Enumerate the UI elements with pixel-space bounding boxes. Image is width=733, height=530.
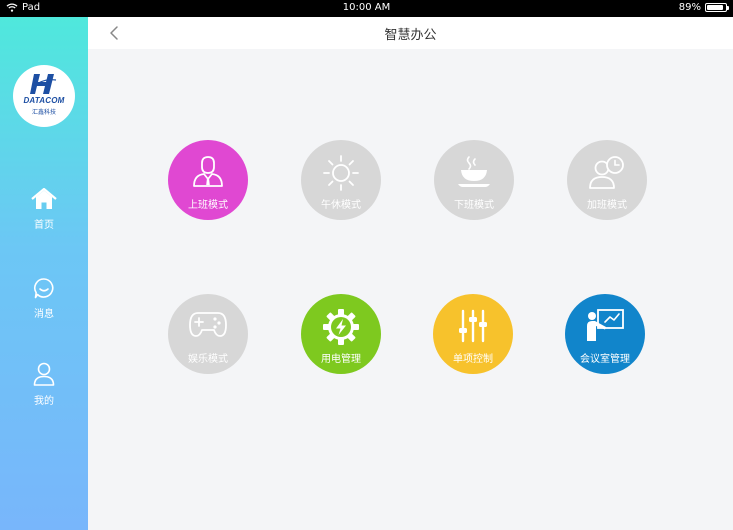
mode-off-work-button[interactable]: 下班模式	[434, 140, 514, 220]
sidebar-item-messages[interactable]: 消息	[0, 277, 88, 320]
logo-brand-cn: 汇鑫科技	[31, 109, 56, 116]
mode-label: 下班模式	[454, 200, 494, 211]
battery-icon	[705, 3, 729, 12]
battery-fill	[707, 5, 724, 10]
status-right: 89%	[678, 2, 729, 13]
person-clock-icon	[589, 156, 624, 189]
coffee-cup-icon	[458, 156, 490, 187]
page-title: 智慧办公	[384, 28, 437, 43]
message-icon	[34, 278, 54, 299]
gamepad-icon	[189, 312, 227, 337]
sidebar-item-label: 首页	[34, 220, 54, 231]
logo-brand-text: DATACOM	[23, 96, 65, 105]
logo-mark	[30, 74, 57, 94]
user-icon	[33, 362, 55, 386]
mode-label: 午休模式	[321, 200, 361, 211]
mode-label: 上班模式	[188, 200, 228, 211]
mode-label: 单项控制	[453, 354, 493, 365]
mode-single-control-button[interactable]: 单项控制	[433, 294, 513, 374]
status-time: 10:00 AM	[342, 2, 391, 13]
power-gear-icon	[323, 309, 359, 345]
mode-overtime-button[interactable]: 加班模式	[567, 140, 647, 220]
sidebar-item-label: 消息	[34, 309, 54, 320]
mode-label: 加班模式	[587, 200, 627, 211]
mode-noon-rest-button[interactable]: 午休模式	[301, 140, 381, 220]
mode-power-management-button[interactable]: 用电管理	[301, 294, 381, 374]
battery-percent: 89%	[678, 2, 701, 13]
sliders-icon	[459, 309, 487, 343]
worker-icon	[193, 156, 223, 187]
mode-meeting-room-button[interactable]: 会议室管理	[565, 294, 645, 374]
mode-label: 娱乐模式	[188, 354, 228, 365]
presentation-icon	[587, 309, 624, 341]
sun-icon	[323, 155, 359, 191]
mode-label: 用电管理	[321, 354, 361, 365]
mode-work-button[interactable]: 上班模式	[168, 140, 248, 220]
mode-label: 会议室管理	[580, 354, 630, 365]
sidebar: DATACOM 汇鑫科技 首页 消息 我的	[0, 17, 88, 530]
sidebar-item-profile[interactable]: 我的	[0, 362, 88, 407]
status-bar: Pad 10:00 AM 89%	[0, 0, 733, 17]
mode-entertainment-button[interactable]: 娱乐模式	[168, 294, 248, 374]
sidebar-item-home[interactable]: 首页	[0, 188, 88, 231]
sidebar-item-label: 我的	[34, 396, 54, 407]
home-icon	[31, 188, 57, 209]
company-logo: DATACOM 汇鑫科技	[13, 65, 75, 127]
header: 智慧办公	[88, 17, 733, 49]
